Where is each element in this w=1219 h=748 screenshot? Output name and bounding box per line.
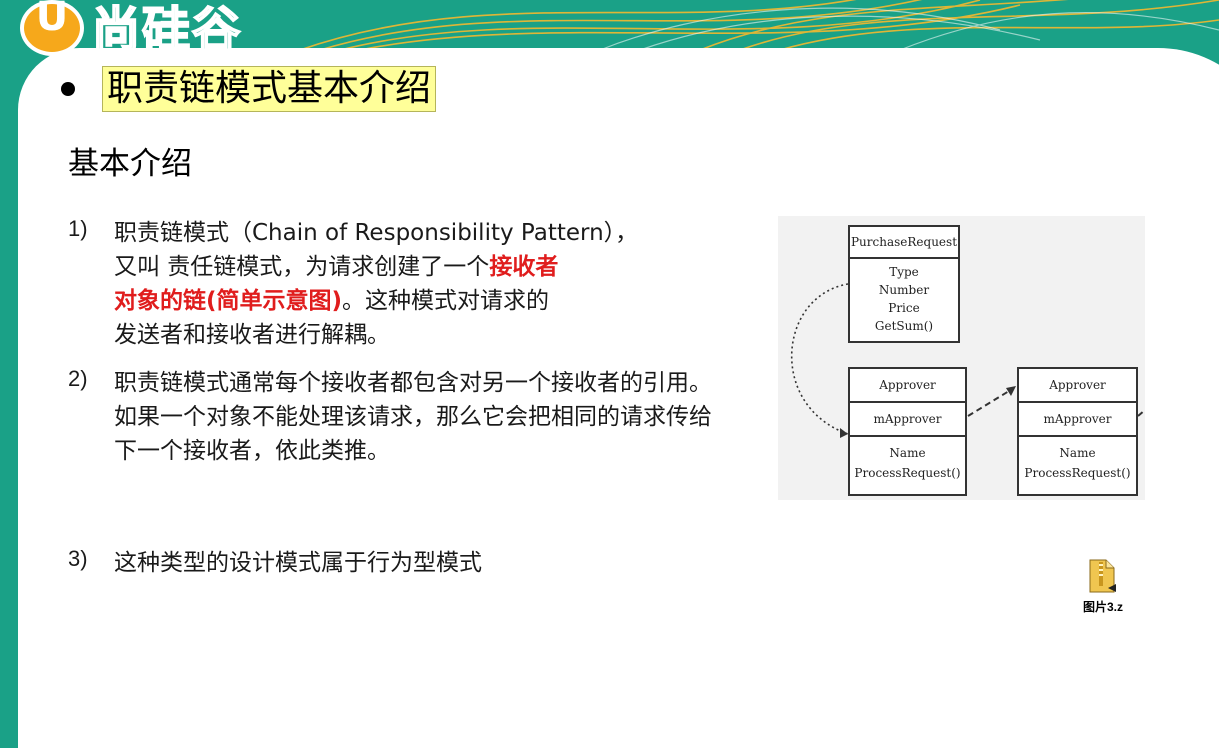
item-line: 职责链模式（Chain of Responsibility Pattern），: [114, 220, 639, 246]
list-item-2: 2) 职责链模式通常每个接收者都包含对另一个接收者的引用。如果一个对象不能处理该…: [68, 366, 748, 506]
bullet-dot: [61, 82, 75, 96]
item-body: 职责链模式通常每个接收者都包含对另一个接收者的引用。如果一个对象不能处理该请求，…: [114, 370, 712, 464]
class-method: Name: [1059, 446, 1096, 460]
class-name: Approver: [879, 378, 936, 392]
class-method: ProcessRequest(): [1024, 466, 1131, 480]
item-body: 职责链模式（Chain of Responsibility Pattern）， …: [114, 216, 724, 352]
attachment-label[interactable]: 图片3.z: [1083, 598, 1123, 615]
logo-text: 尚硅谷: [91, 1, 243, 59]
class-method: Name: [889, 446, 926, 460]
class-fields: Type Number Price GetSum(): [850, 257, 958, 335]
class-name: PurchaseRequest: [850, 235, 958, 249]
item-line: 发送者和接收者进行解耦。: [114, 322, 390, 348]
item-body: 这种类型的设计模式属于行为型模式: [114, 550, 482, 576]
zip-file-icon[interactable]: [1088, 558, 1116, 594]
class-field: Price: [888, 301, 920, 315]
uml-diagram: PurchaseRequest Type Number Price GetSum…: [778, 216, 1145, 500]
approver-class-1: Approver mApprover Name ProcessRequest(): [848, 367, 967, 496]
list-item-1: 1) 职责链模式（Chain of Responsibility Pattern…: [68, 216, 748, 356]
highlight-text: 对象的链(简单示意图): [114, 288, 343, 314]
class-field: mApprover: [850, 401, 965, 435]
item-number: 3): [68, 546, 88, 571]
class-name: Approver: [1049, 378, 1106, 392]
approver-class-2: Approver mApprover Name ProcessRequest(): [1017, 367, 1138, 496]
item-number: 1): [68, 216, 88, 241]
item-line: 对象的链(简单示意图)。这种模式对请求的: [114, 288, 550, 314]
item-number: 2): [68, 366, 88, 391]
highlight-text: 接收者: [489, 254, 559, 280]
class-methods: Name ProcessRequest(): [1019, 435, 1136, 483]
slide-title: 职责链模式基本介绍: [102, 66, 437, 112]
class-field: GetSum(): [874, 319, 934, 333]
class-field: Type: [889, 265, 919, 279]
logo-mark: U: [35, 0, 69, 40]
section-heading: 基本介绍: [68, 146, 192, 182]
class-method: ProcessRequest(): [854, 466, 961, 480]
class-methods: Name ProcessRequest(): [850, 435, 965, 483]
class-field: Number: [878, 283, 930, 297]
class-field: mApprover: [1019, 401, 1136, 435]
purchase-request-class: PurchaseRequest Type Number Price GetSum…: [848, 225, 960, 343]
list-item-3: 3) 这种类型的设计模式属于行为型模式: [68, 546, 748, 586]
item-line: 又叫 责任链模式，为请求创建了一个接收者: [114, 254, 559, 280]
